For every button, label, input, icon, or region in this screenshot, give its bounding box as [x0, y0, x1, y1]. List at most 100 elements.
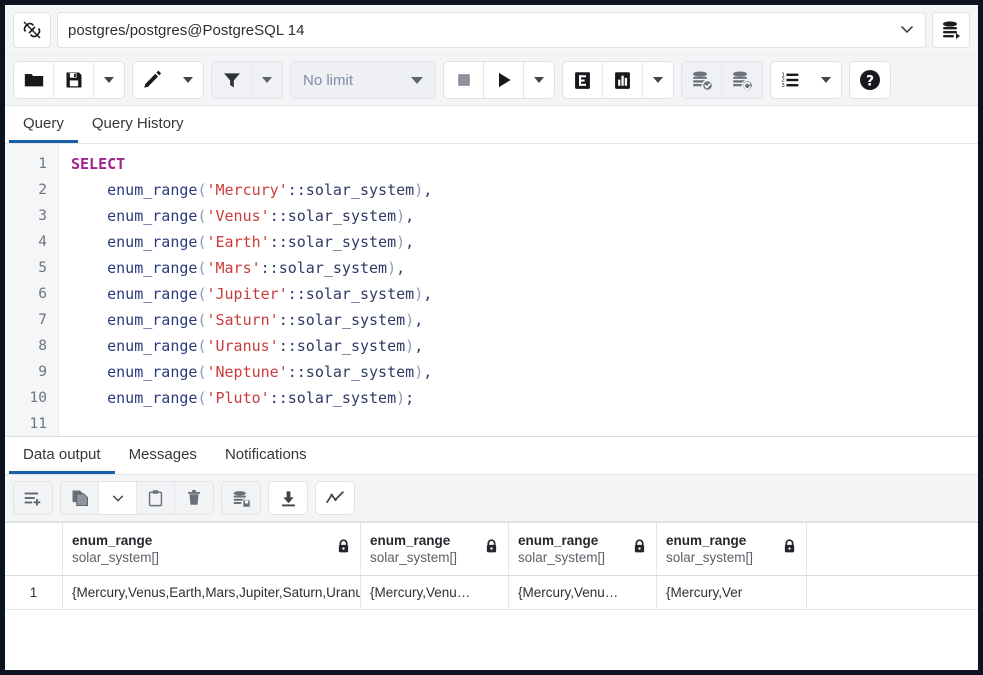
connection-status-icon[interactable]	[13, 12, 51, 48]
chevron-down-icon	[899, 21, 915, 39]
clipboard-group	[60, 481, 214, 515]
commit-button[interactable]	[682, 62, 722, 98]
column-type: solar_system[]	[72, 549, 159, 566]
code-line: enum_range('Mercury'::solar_system),	[71, 177, 978, 203]
explain-button-group	[562, 61, 674, 99]
chevron-down-icon	[183, 77, 193, 83]
execute-query-button[interactable]	[484, 62, 524, 98]
chevron-down-icon	[821, 77, 831, 83]
graph-visualiser-button[interactable]	[316, 482, 354, 514]
code-line: enum_range('Saturn'::solar_system),	[71, 307, 978, 333]
rollback-button[interactable]	[722, 62, 762, 98]
connection-selector[interactable]: postgres/postgres@PostgreSQL 14	[57, 12, 926, 48]
macros-button[interactable]: 123	[771, 62, 811, 98]
save-data-changes-button[interactable]	[222, 482, 260, 514]
code-line: enum_range('Uranus'::solar_system),	[71, 333, 978, 359]
column-name: enum_range	[72, 532, 159, 549]
chevron-down-icon	[653, 77, 663, 83]
grid-rownum-header	[5, 523, 63, 575]
output-tab-bar: Data output Messages Notifications	[5, 436, 978, 475]
query-tool-toolbar: No limit	[5, 55, 978, 106]
code-line: enum_range('Earth'::solar_system),	[71, 229, 978, 255]
results-grid: enum_rangesolar_system[]enum_rangesolar_…	[5, 522, 978, 662]
download-button[interactable]	[269, 482, 307, 514]
tab-data-output[interactable]: Data output	[9, 437, 115, 474]
edit-button[interactable]	[133, 62, 173, 98]
explain-button[interactable]	[563, 62, 603, 98]
graph-visualiser-group	[315, 481, 355, 515]
file-button-group	[13, 61, 125, 99]
table-cell[interactable]: {Mercury,Ver	[657, 576, 807, 609]
lock-icon	[633, 539, 647, 559]
line-number: 2	[5, 177, 58, 203]
line-number: 1	[5, 151, 58, 177]
chevron-down-icon	[262, 77, 272, 83]
code-line: SELECT	[71, 151, 978, 177]
code-line: enum_range('Pluto'::solar_system);	[71, 385, 978, 411]
connection-label: postgres/postgres@PostgreSQL 14	[68, 22, 304, 39]
column-name: enum_range	[518, 532, 605, 549]
help-button[interactable]: ?	[850, 62, 890, 98]
macros-dropdown[interactable]	[811, 62, 841, 98]
edit-button-group	[132, 61, 204, 99]
edit-dropdown[interactable]	[173, 62, 203, 98]
results-toolbar	[5, 475, 978, 522]
line-number: 11	[5, 411, 58, 436]
filter-button[interactable]	[212, 62, 252, 98]
line-number: 6	[5, 281, 58, 307]
code-line: enum_range('Mars'::solar_system),	[71, 255, 978, 281]
svg-text:?: ?	[866, 73, 874, 89]
tab-query-history-label: Query History	[92, 115, 184, 132]
filter-dropdown[interactable]	[252, 62, 282, 98]
table-row[interactable]: 1{Mercury,Venus,Earth,Mars,Jupiter,Satur…	[5, 576, 978, 610]
line-number: 8	[5, 333, 58, 359]
grid-column-header[interactable]: enum_rangesolar_system[]	[63, 523, 361, 575]
grid-column-header[interactable]: enum_rangesolar_system[]	[509, 523, 657, 575]
copy-button[interactable]	[61, 482, 99, 514]
svg-text:3: 3	[781, 83, 785, 89]
paste-button[interactable]	[137, 482, 175, 514]
execute-dropdown[interactable]	[524, 62, 554, 98]
chevron-down-icon	[534, 77, 544, 83]
triangle-down-icon	[411, 77, 423, 84]
tab-query-history[interactable]: Query History	[78, 106, 198, 143]
filter-button-group	[211, 61, 283, 99]
open-file-button[interactable]	[14, 62, 54, 98]
grid-empty-area	[5, 610, 978, 662]
code-line: enum_range('Jupiter'::solar_system),	[71, 281, 978, 307]
save-file-dropdown[interactable]	[94, 62, 124, 98]
grid-column-header[interactable]: enum_rangesolar_system[]	[361, 523, 509, 575]
explain-analyze-button[interactable]	[603, 62, 643, 98]
connect-server-button[interactable]	[932, 12, 970, 48]
grid-column-header[interactable]: enum_rangesolar_system[]	[657, 523, 807, 575]
sql-editor[interactable]: 1234567891011 SELECT enum_range('Mercury…	[5, 144, 978, 436]
table-cell[interactable]: {Mercury,Venu…	[509, 576, 657, 609]
line-number: 10	[5, 385, 58, 411]
add-row-button[interactable]	[14, 482, 52, 514]
copy-dropdown[interactable]	[99, 482, 137, 514]
table-cell[interactable]: {Mercury,Venus,Earth,Mars,Jupiter,Saturn…	[63, 576, 361, 609]
row-limit-label: No limit	[303, 72, 353, 89]
explain-dropdown[interactable]	[643, 62, 673, 98]
tab-query[interactable]: Query	[9, 106, 78, 143]
tab-notifications[interactable]: Notifications	[211, 437, 321, 474]
tab-data-output-label: Data output	[23, 446, 101, 463]
row-number: 1	[5, 576, 63, 609]
line-number-gutter: 1234567891011	[5, 144, 59, 436]
delete-row-button[interactable]	[175, 482, 213, 514]
row-limit-select[interactable]: No limit	[290, 61, 436, 99]
tab-messages[interactable]: Messages	[115, 437, 211, 474]
table-cell[interactable]: {Mercury,Venu…	[361, 576, 509, 609]
download-group	[268, 481, 308, 515]
line-number: 3	[5, 203, 58, 229]
macros-button-group: 123	[770, 61, 842, 99]
lock-icon	[783, 539, 797, 559]
column-type: solar_system[]	[518, 549, 605, 566]
stop-query-button[interactable]	[444, 62, 484, 98]
row-filler	[807, 576, 978, 609]
column-type: solar_system[]	[666, 549, 753, 566]
grid-header-filler	[807, 523, 978, 575]
code-line	[71, 411, 978, 436]
save-file-button[interactable]	[54, 62, 94, 98]
sql-code-area[interactable]: SELECT enum_range('Mercury'::solar_syste…	[59, 144, 978, 436]
